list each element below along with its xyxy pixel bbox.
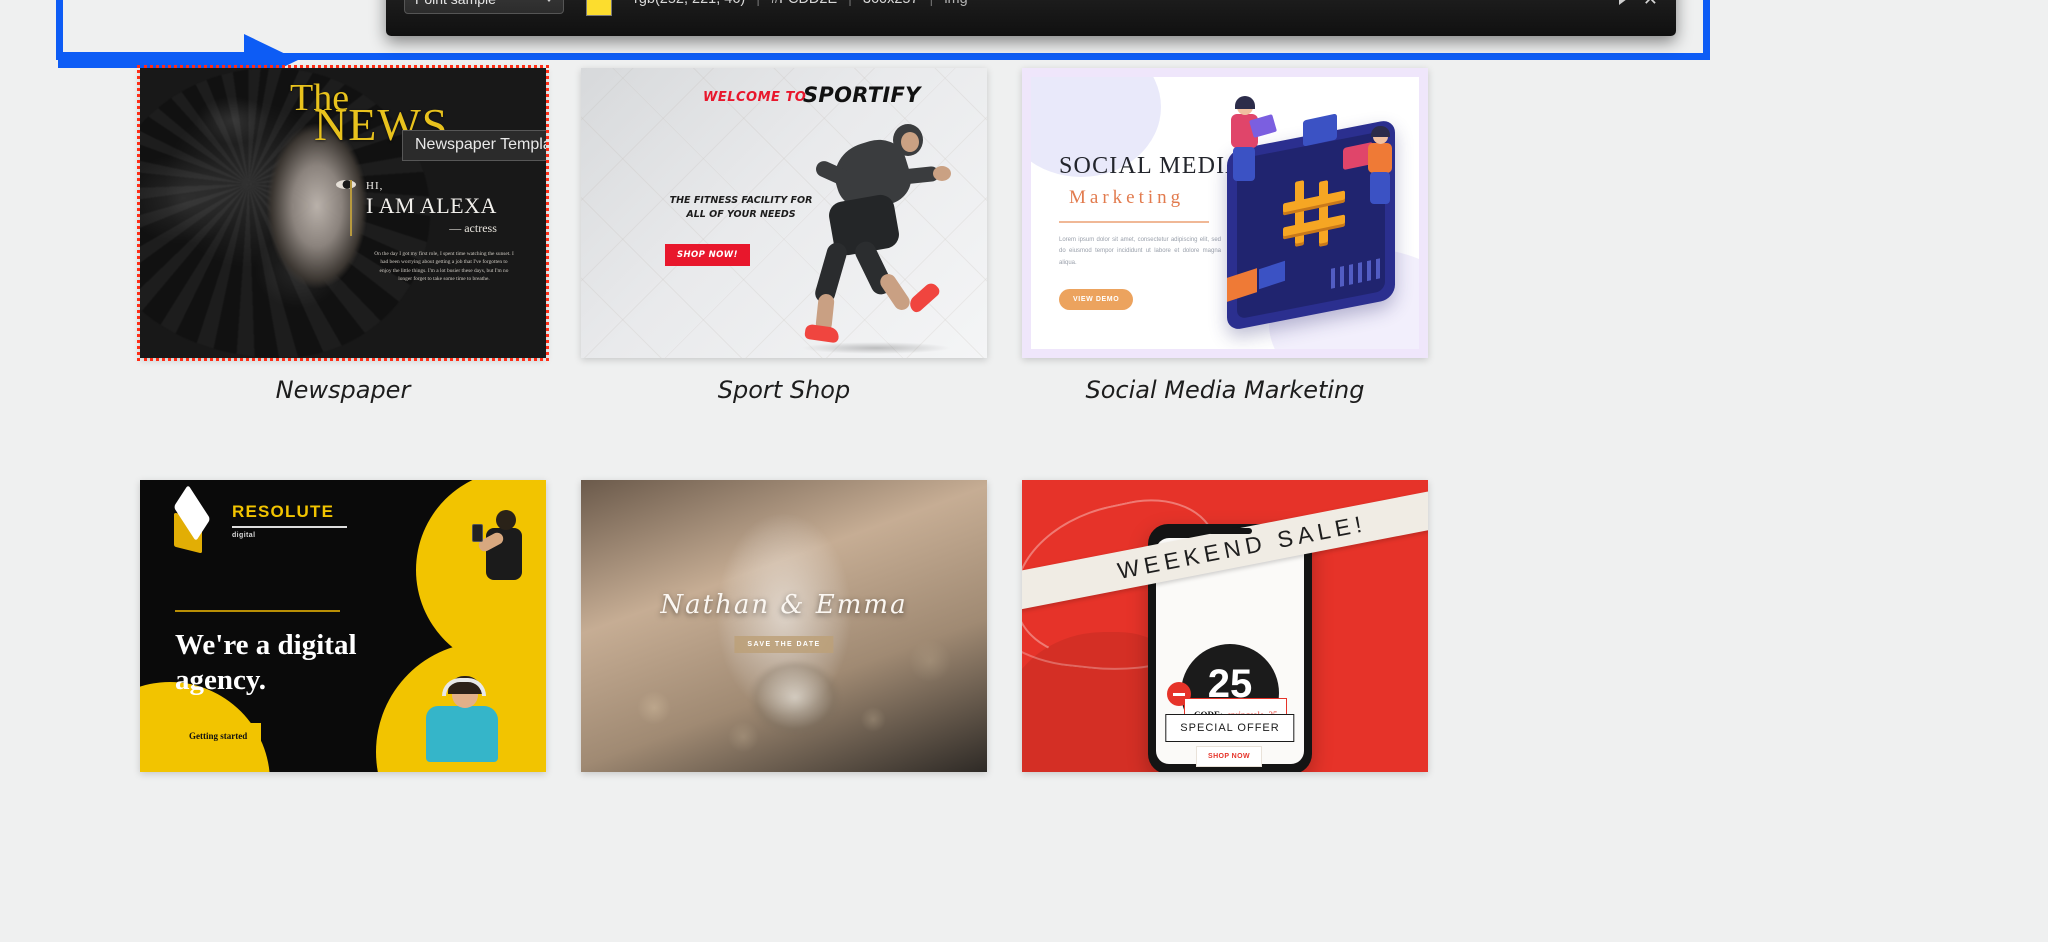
template-card-newspaper[interactable]: The NEWS HI, I AM ALEXA — actress On the… [137,65,549,404]
phone-notch [1208,528,1252,534]
resolute-cta-button: Getting started [175,723,262,749]
divider: | [848,0,852,7]
runner-shadow [801,342,951,354]
wedding-art: Nathan & Emma SAVE THE DATE [581,480,987,772]
social-media-art: SOCIAL MEDIA Marketing Lorem ipsum dolor… [1022,68,1428,358]
intro-hi: HI, [366,180,384,192]
wedding-save-the-date-button: SAVE THE DATE [734,636,834,653]
sample-mode-select[interactable]: Point sample [404,0,564,14]
image-dimensions: 360x257 [863,0,919,7]
template-grid: The NEWS HI, I AM ALEXA — actress On the… [137,65,1430,790]
resolute-accent-line [175,610,340,612]
smm-subheading: Marketing [1069,187,1185,208]
sale-shop-now-button: SHOP NOW [1196,746,1262,767]
wedding-names: Nathan & Emma [660,590,908,620]
element-tag: img [944,0,967,7]
template-tooltip: Newspaper Template [402,130,546,161]
sport-shop-now-button: SHOP NOW! [665,244,750,266]
sport-art: WELCOME TO SPORTIFY THE FITNESS FACILITY… [581,68,987,358]
resolute-headline-line-2: agency. [175,663,267,696]
runner-right-hand [933,166,951,181]
resolute-art: RESOLUTE digital We're a digital agency. [140,480,546,772]
resolute-brand: RESOLUTE [232,502,335,521]
template-thumbnail-wedding[interactable]: Nathan & Emma SAVE THE DATE [581,480,987,772]
play-triangle-icon[interactable] [1618,0,1627,5]
app-root: New template coming soon — site under ma… [0,0,2048,942]
newspaper-art: The NEWS HI, I AM ALEXA — actress On the… [140,68,546,358]
template-thumbnail-newspaper[interactable]: The NEWS HI, I AM ALEXA — actress On the… [137,65,549,361]
divider: | [756,0,760,7]
template-row-2: RESOLUTE digital We're a digital agency. [140,480,1430,790]
smm-paragraph: Lorem ipsum dolor sit amet, consectetur … [1059,237,1221,266]
runner-shoe-b [906,280,942,315]
picker-actions: ✕ [1618,0,1658,8]
intro-name: I AM ALEXA [366,193,497,218]
resolute-brand-rule [232,526,347,528]
template-thumbnail-weekend-sale[interactable]: 25 % CODE: springsale_25 SHOP NOW SPECIA… [1022,480,1428,772]
person-with-phone-illustration [472,510,528,590]
smm-heading: SOCIAL MEDIA [1059,153,1244,179]
runner-shoe-a [804,323,840,344]
special-offer-badge: SPECIAL OFFER [1165,714,1295,742]
template-card-weekend-sale[interactable]: 25 % CODE: springsale_25 SHOP NOW SPECIA… [1022,480,1428,790]
color-picker-toolbar[interactable]: Point sample rgb(252, 221, 46) | #FCDD2E… [386,0,1676,36]
rgb-value: (252, 221, 46) [655,0,745,7]
template-row-1: The NEWS HI, I AM ALEXA — actress On the… [137,65,1430,404]
template-card-social-media[interactable]: SOCIAL MEDIA Marketing Lorem ipsum dolor… [1022,68,1428,404]
person-woman-illustration [1221,96,1278,187]
newspaper-body-text: On the day I got my first role, I spent … [374,251,514,283]
runner-illustration [791,116,961,356]
template-thumbnail-social-media[interactable]: SOCIAL MEDIA Marketing Lorem ipsum dolor… [1022,68,1428,358]
resolute-headline: We're a digital agency. [175,628,357,698]
person-man-illustration [1361,126,1407,209]
weekend-sale-art: 25 % CODE: springsale_25 SHOP NOW SPECIA… [1022,480,1428,772]
template-caption-sport-shop: Sport Shop [717,376,851,404]
smm-divider [1059,221,1209,223]
resolute-headline-line-1: We're a digital [175,629,357,661]
hashtag-icon [1283,180,1345,244]
sport-brand-text: SPORTIFY [803,83,921,107]
sample-mode-label: Point sample [415,0,496,7]
color-readout: rgb(252, 221, 46) | #FCDD2E | 360x257 | … [634,0,968,7]
template-thumbnail-resolute[interactable]: RESOLUTE digital We're a digital agency. [140,480,546,772]
template-caption-newspaper: Newspaper [275,376,411,404]
color-swatch[interactable] [586,0,612,16]
template-thumbnail-sport-shop[interactable]: WELCOME TO SPORTIFY THE FITNESS FACILITY… [581,68,987,358]
bouquet-shape [735,648,855,758]
template-card-resolute[interactable]: RESOLUTE digital We're a digital agency. [140,480,546,790]
close-icon[interactable]: ✕ [1643,0,1658,8]
template-card-wedding[interactable]: Nathan & Emma SAVE THE DATE [581,480,987,790]
hex-value: #FCDD2E [771,0,837,7]
template-caption-social-media: Social Media Marketing [1085,376,1365,404]
social-media-canvas: SOCIAL MEDIA Marketing Lorem ipsum dolor… [1031,77,1419,349]
intro-role: — actress [449,221,497,235]
newspaper-intro: HI, I AM ALEXA — actress [350,180,497,236]
person-with-headphones-illustration [400,676,510,768]
rgb-prefix: rgb [634,0,655,7]
divider: | [930,0,934,7]
smm-view-demo-button: VIEW DEMO [1059,289,1134,310]
runner-face [901,132,919,152]
template-card-sport-shop[interactable]: WELCOME TO SPORTIFY THE FITNESS FACILITY… [581,68,987,404]
resolute-brand-sub: digital [232,532,256,539]
sport-welcome-text: WELCOME TO [703,90,807,105]
chevron-down-icon [544,0,554,2]
resolute-cube-logo-icon [168,484,220,554]
